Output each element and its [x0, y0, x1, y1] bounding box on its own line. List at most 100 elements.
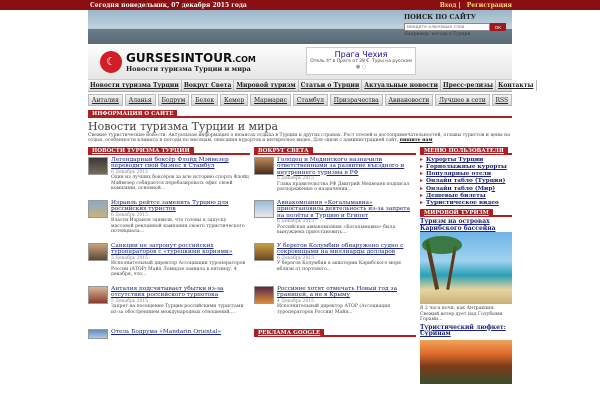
news-title[interactable]: Санкции не затронут российских туроперат… — [111, 243, 250, 256]
current-date: Сегодня понедельник, 07 декабря 2015 год… — [90, 1, 247, 9]
register-link[interactable]: Регистрация — [467, 2, 512, 9]
news-excerpt: Глава правительства РФ Дмитрий Медведев … — [277, 181, 410, 192]
section-title[interactable]: НОВОСТИ ТУРИЗМА ТУРЦИИ — [88, 146, 194, 155]
news-excerpt: У берегов Колумбии в акватории Карибског… — [277, 261, 401, 272]
ads-section-header: РЕКЛАМА GOOGLE — [254, 328, 416, 337]
menu-item[interactable]: Онлайн табло (Мир) — [420, 186, 512, 193]
news-excerpt: Один из лучших боксёров за всю историю с… — [111, 175, 249, 191]
site-search: ПОИСК ПО САЙТУ OK Например: погода в Тур… — [404, 13, 508, 37]
news-title[interactable]: Анталия подсчитывает убытки из-за отсутс… — [111, 286, 250, 299]
logo-tagline: Новости туризма Турции и мира — [126, 64, 251, 73]
news-title[interactable]: Израиль рейтсе заменить Турцию для росси… — [111, 200, 250, 213]
news-excerpt: Запрет на посещение Турции российскими т… — [111, 304, 244, 315]
menu-item[interactable]: Дешевые билеты — [420, 193, 512, 200]
intro-body: Свежие туристические новости. Актуальная… — [88, 133, 510, 144]
section-title[interactable]: ВОКРУГ СВЕТА — [254, 146, 313, 155]
subnav-item[interactable]: Анталия — [88, 94, 123, 106]
site-intro: Новости туризма Турции и мира Свежие тур… — [88, 120, 512, 144]
news-excerpt: Российская авиакомпания «Когалымавиа» бы… — [277, 224, 396, 235]
ads-section-title: РЕКЛАМА GOOGLE — [254, 328, 325, 337]
section-title[interactable]: МИРОВОЙ ТУРИЗМ — [420, 209, 493, 218]
subnav-item[interactable]: Кемер — [220, 94, 249, 106]
news-item: У берегов Колумбии обнаружено судно с со… — [254, 242, 416, 283]
nav-item[interactable]: Контакты — [496, 80, 537, 91]
top-bar: Сегодня понедельник, 07 декабря 2015 год… — [0, 0, 600, 10]
news-title[interactable]: Россияне хотят отмечать Новый год за гра… — [277, 286, 416, 299]
news-excerpt: Исполнительный директор Ассоциации туроп… — [111, 261, 246, 277]
news-excerpt: Исполнительный директор АТОР (Ассоциация… — [277, 304, 391, 315]
subnav-item[interactable]: Белек — [191, 94, 219, 106]
section-title: МЕНЮ ПОЛЬЗОВАТЕЛЯ — [420, 146, 508, 155]
story-title[interactable]: Туризм на островах Карибского бассейна — [420, 218, 512, 232]
nav-item[interactable]: Актуальные новости — [362, 80, 441, 91]
header-ad[interactable]: Прага Чехия Отель 4* в Праге от 39 €. Ту… — [306, 47, 416, 75]
subnav-item[interactable]: Стамбул — [292, 94, 328, 106]
login-link[interactable]: Вход — [440, 2, 457, 9]
caribbean-photo[interactable] — [420, 232, 512, 305]
menu-item[interactable]: Курорты Турции — [420, 157, 512, 164]
ad-pager[interactable]: ● ○ — [307, 64, 415, 70]
news-item: Россияне хотят отмечать Новый год за гра… — [254, 285, 416, 326]
turkey-news-column: НОВОСТИ ТУРИЗМА ТУРЦИИ Легендарный боксё… — [88, 146, 250, 384]
news-thumbnail[interactable] — [88, 285, 108, 304]
news-title[interactable]: Голодец и Мединского назначили ответстве… — [277, 157, 416, 176]
ad-title[interactable]: Прага Чехия — [307, 50, 415, 59]
news-thumbnail[interactable] — [88, 156, 108, 175]
news-title[interactable]: У берегов Колумбии обнаружено судно с со… — [277, 243, 416, 256]
subnav-item[interactable]: Аланья — [124, 94, 156, 106]
menu-item[interactable]: Онлайн табло (Турция) — [420, 178, 512, 185]
city-banner: ПОИСК ПО САЙТУ OK Например: погода в Тур… — [88, 10, 512, 44]
news-title[interactable]: Легендарный боксёр Флойд Мэйвезер перево… — [111, 157, 250, 170]
suriname-photo[interactable] — [420, 339, 512, 384]
content-columns: НОВОСТИ ТУРИЗМА ТУРЦИИ Легендарный боксё… — [88, 146, 512, 384]
site-logo[interactable]: GURSESINTOUR.COM Новости туризма Турции … — [126, 51, 256, 73]
nav-item[interactable]: Статьи о Турции — [299, 80, 363, 91]
news-item: Легендарный боксёр Флойд Мэйвезер перево… — [88, 156, 250, 197]
info-section-label: ИНФОРМАЦИЯ О САЙТЕ — [88, 110, 178, 118]
logo-tld: .COM — [232, 54, 256, 64]
subnav-item[interactable]: RSS — [491, 94, 512, 106]
news-item: Авиакомпания «Когалымавиа» приостановила… — [254, 199, 416, 240]
menu-item[interactable]: Горнолыжные курорты — [420, 164, 512, 171]
subnav-item[interactable]: Лучшее в сети — [435, 94, 490, 106]
news-item: Израиль рейтсе заменить Турцию для росси… — [88, 199, 250, 240]
story-title[interactable]: Туристический люфкет: Суринам — [420, 324, 512, 338]
subnav-item[interactable]: Авиановости — [384, 94, 434, 106]
section-header: МИРОВОЙ ТУРИЗМ — [420, 209, 512, 218]
info-section-header: ИНФОРМАЦИЯ О САЙТЕ — [88, 110, 512, 118]
news-title[interactable]: Отель Бодрума «Mandarin Oriental» — [111, 329, 250, 335]
search-input[interactable] — [404, 23, 490, 31]
news-item: Голодец и Мединского назначили ответстве… — [254, 156, 416, 197]
news-thumbnail[interactable] — [88, 328, 108, 339]
search-button[interactable]: OK — [490, 23, 506, 31]
world-news-column: ВОКРУГ СВЕТА Голодец и Мединского назнач… — [254, 146, 416, 384]
subnav-item[interactable]: Призрачества — [329, 94, 383, 106]
menu-item[interactable]: Туристическое видео — [420, 200, 512, 207]
news-thumbnail[interactable] — [254, 156, 274, 175]
news-thumbnail[interactable] — [254, 199, 274, 218]
nav-item[interactable]: Вокруг Света — [182, 80, 235, 91]
news-thumbnail[interactable] — [254, 285, 274, 304]
auth-separator: | — [458, 1, 461, 9]
subnav-item[interactable]: Бодрум — [157, 94, 190, 106]
nav-item[interactable]: Мировой туризм — [234, 80, 299, 91]
story-excerpt: В 2 часа ночи, как Антракция: Свежий вет… — [420, 306, 503, 323]
news-item: Санкции не затронут российских туроперат… — [88, 242, 250, 283]
sub-nav: Анталия Аланья Бодрум Белек Кемер Мармар… — [88, 94, 512, 106]
page-title: Новости туризма Турции и мира — [88, 120, 279, 133]
news-thumbnail[interactable] — [88, 242, 108, 261]
contact-link[interactable]: пишите нам — [400, 138, 433, 143]
news-title[interactable]: Авиакомпания «Когалымавиа» приостановила… — [277, 200, 416, 219]
nav-item[interactable]: Новости туризма Турции — [88, 80, 182, 91]
sidebar: МЕНЮ ПОЛЬЗОВАТЕЛЯ Курорты Турции Горнолы… — [420, 146, 512, 384]
news-thumbnail[interactable] — [254, 242, 274, 261]
main-nav: Новости туризма Турции Вокруг Света Миро… — [88, 80, 537, 92]
auth-links: Вход | Регистрация — [436, 2, 512, 9]
search-title: ПОИСК ПО САЙТУ — [404, 13, 477, 21]
user-menu: Курорты Турции Горнолыжные курорты Попул… — [420, 157, 512, 208]
news-item: Отель Бодрума «Mandarin Oriental» — [88, 328, 250, 339]
news-thumbnail[interactable] — [88, 199, 108, 218]
turkey-flag-icon[interactable]: ☾ — [100, 50, 122, 73]
nav-item[interactable]: Пресс-релизы — [441, 80, 496, 91]
subnav-item[interactable]: Мармарис — [250, 94, 291, 106]
